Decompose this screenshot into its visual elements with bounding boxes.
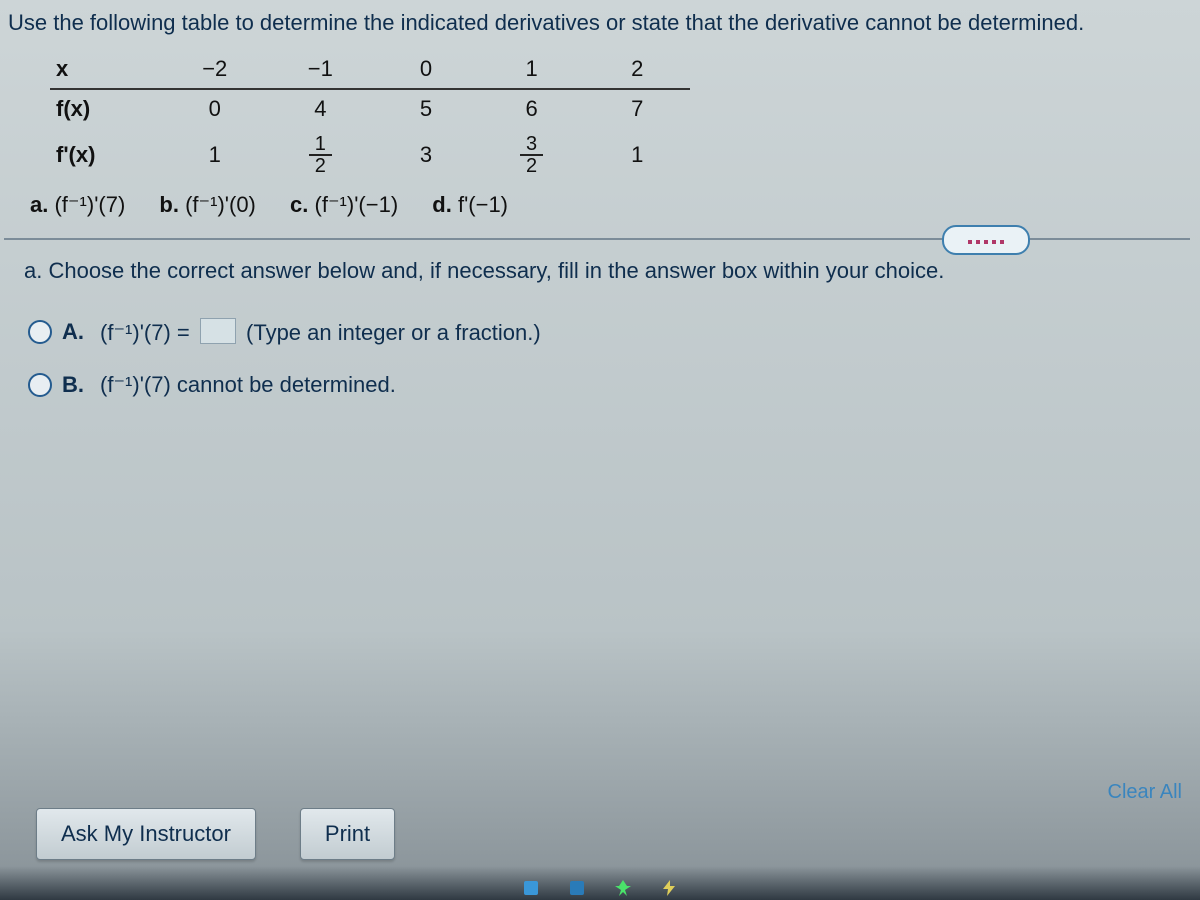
choice-a-label: A. xyxy=(62,319,90,345)
choice-b-row: B. (f⁻¹)'(7) cannot be determined. xyxy=(28,372,1190,398)
app-icon[interactable] xyxy=(567,878,587,898)
choice-a-before: (f⁻¹)'(7) = xyxy=(100,320,190,345)
app-icon[interactable] xyxy=(613,878,633,898)
choice-list: A. (f⁻¹)'(7) = (Type an integer or a fra… xyxy=(4,318,1190,398)
row-header-x: x xyxy=(50,50,162,89)
cell: 5 xyxy=(373,89,479,128)
cell: 0 xyxy=(373,50,479,89)
fraction: 1 2 xyxy=(309,134,332,176)
print-button[interactable]: Print xyxy=(300,808,395,860)
choice-b-text: (f⁻¹)'(7) cannot be determined. xyxy=(100,372,396,398)
ask-my-instructor-button[interactable]: Ask My Instructor xyxy=(36,808,256,860)
section-divider xyxy=(4,238,1190,240)
cell: −1 xyxy=(268,50,374,89)
problem-prompt: Use the following table to determine the… xyxy=(4,8,1190,46)
table-row: f(x) 0 4 5 6 7 xyxy=(50,89,690,128)
cell: 3 xyxy=(373,128,479,182)
part-d-label: d. xyxy=(432,192,452,217)
radio-choice-b[interactable] xyxy=(28,373,52,397)
answer-input-a[interactable] xyxy=(200,318,236,344)
taskbar-icons xyxy=(521,878,679,898)
clear-all-button[interactable]: Clear All xyxy=(1108,781,1182,804)
cell: 2 xyxy=(584,50,690,89)
cell: 1 xyxy=(162,128,268,182)
table-row: x −2 −1 0 1 2 xyxy=(50,50,690,89)
cell: 7 xyxy=(584,89,690,128)
part-b-label: b. xyxy=(159,192,179,217)
part-c-expr: (f⁻¹)'(−1) xyxy=(315,192,399,217)
cell: 1 xyxy=(479,50,585,89)
table-row: f'(x) 1 1 2 3 3 2 1 xyxy=(50,128,690,182)
choice-b-label: B. xyxy=(62,372,90,398)
cell: −2 xyxy=(162,50,268,89)
expand-pill-button[interactable] xyxy=(942,225,1030,255)
part-b-expr: (f⁻¹)'(0) xyxy=(185,192,256,217)
lightning-icon[interactable] xyxy=(659,878,679,898)
part-d-expr: f'(−1) xyxy=(458,192,508,217)
cell: 0 xyxy=(162,89,268,128)
choice-a-hint: (Type an integer or a fraction.) xyxy=(246,320,541,345)
cell: 1 xyxy=(584,128,690,182)
choice-a-row: A. (f⁻¹)'(7) = (Type an integer or a fra… xyxy=(28,318,1190,346)
fraction: 3 2 xyxy=(520,134,543,176)
part-a-label: a. xyxy=(30,192,48,217)
cell: 6 xyxy=(479,89,585,128)
part-c-label: c. xyxy=(290,192,308,217)
app-icon[interactable] xyxy=(521,878,541,898)
part-a-expr: (f⁻¹)'(7) xyxy=(54,192,125,217)
radio-choice-a[interactable] xyxy=(28,320,52,344)
data-table: x −2 −1 0 1 2 f(x) 0 4 5 6 7 f'(x) 1 xyxy=(50,50,690,182)
dots-icon xyxy=(966,231,1006,249)
cell: 1 2 xyxy=(268,128,374,182)
row-header-fpx: f'(x) xyxy=(50,128,162,182)
row-header-fx: f(x) xyxy=(50,89,162,128)
cell: 3 2 xyxy=(479,128,585,182)
bottom-toolbar: Ask My Instructor Print xyxy=(36,808,395,860)
cell: 4 xyxy=(268,89,374,128)
